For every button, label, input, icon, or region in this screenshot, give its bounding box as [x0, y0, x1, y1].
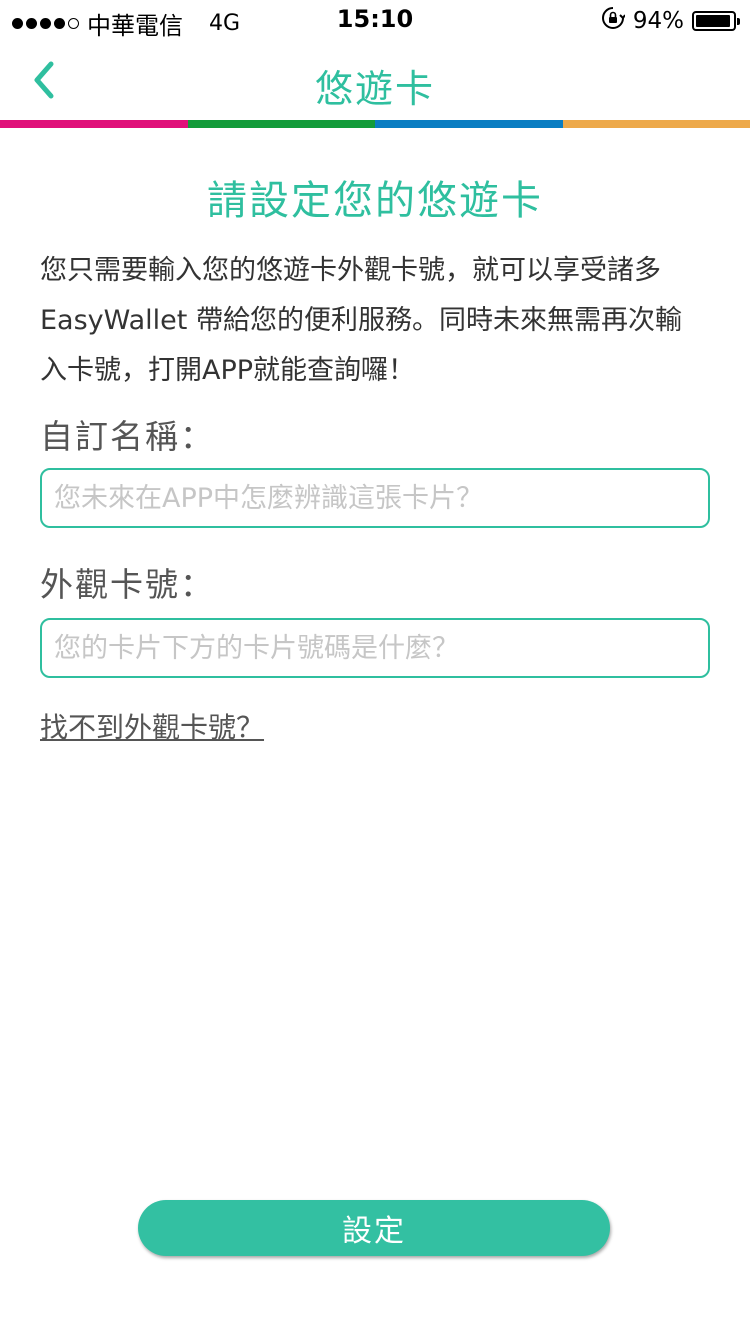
color-strip [0, 120, 750, 128]
find-card-number-link[interactable]: 找不到外觀卡號？ [40, 706, 264, 746]
nav-bar: 悠遊卡 [0, 40, 750, 120]
page-title: 悠遊卡 [314, 67, 435, 111]
battery-icon [692, 11, 740, 31]
status-right: 94% [601, 6, 740, 36]
strip-segment-green [187, 120, 375, 128]
orientation-lock-icon [601, 6, 626, 36]
strip-segment-orange [562, 120, 750, 128]
status-bar: 中華電信 4G 15:10 94% [0, 0, 750, 40]
card-number-label: 外觀卡號： [40, 565, 215, 604]
set-button[interactable]: 設定 [138, 1200, 610, 1256]
description-line: 您只需要輸入您的悠遊卡外觀卡號，就可以享受諸多 [40, 255, 661, 286]
battery-cap [737, 18, 740, 25]
screen: 中華電信 4G 15:10 94% 悠遊卡 請設定您的悠遊卡 您只需要輸入您的悠… [0, 0, 750, 1334]
description: 您只需要輸入您的悠遊卡外觀卡號，就可以享受諸多 EasyWallet 帶給您的便… [40, 246, 712, 396]
custom-name-label: 自訂名稱： [40, 417, 215, 456]
custom-name-input[interactable] [40, 468, 710, 528]
strip-segment-pink [0, 120, 188, 128]
card-number-input[interactable] [40, 618, 710, 678]
section-heading: 請設定您的悠遊卡 [207, 178, 543, 224]
battery-fill [696, 15, 730, 27]
strip-segment-blue [375, 120, 563, 128]
description-line: 入卡號，打開APP就能查詢囉！ [40, 355, 416, 386]
description-line: EasyWallet 帶給您的便利服務。同時未來無需再次輸 [40, 305, 682, 336]
battery-percentage: 94% [632, 8, 684, 34]
